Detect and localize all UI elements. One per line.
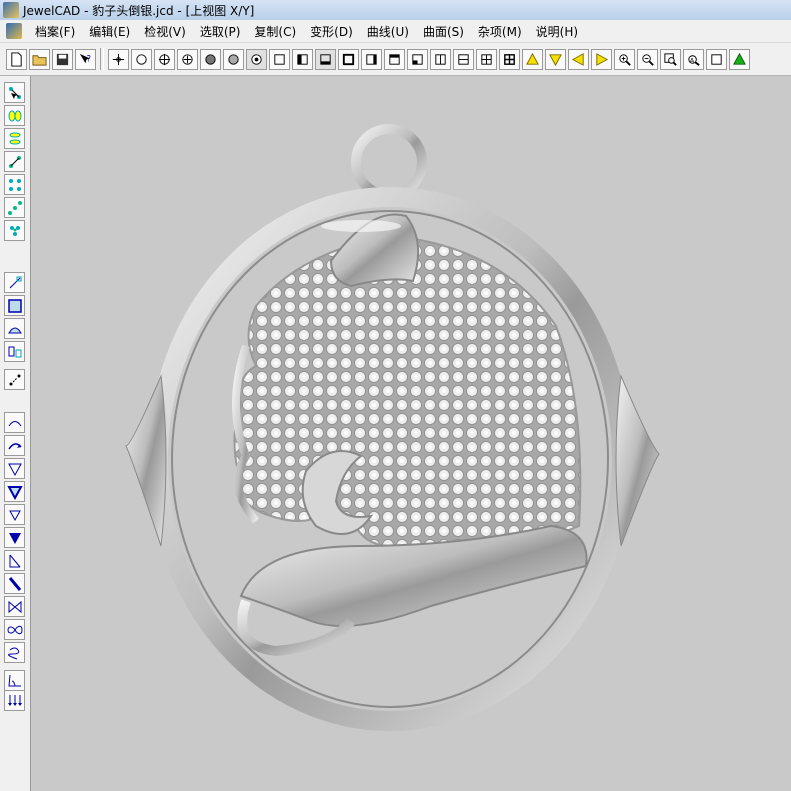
triangle-blue-icon[interactable]: [4, 481, 25, 502]
select-grid-icon[interactable]: [4, 174, 25, 195]
slant-line-icon[interactable]: [4, 550, 25, 571]
arrow-up-yellow-icon[interactable]: [522, 48, 543, 70]
zoom-window-icon[interactable]: [660, 48, 681, 70]
infinity-icon[interactable]: [4, 619, 25, 640]
menu-copy[interactable]: 复制(C): [247, 23, 303, 40]
surface-icon[interactable]: [4, 318, 25, 339]
select-cluster-icon[interactable]: [4, 220, 25, 241]
arrow-down-yellow-icon[interactable]: [545, 48, 566, 70]
triangle-outline-icon[interactable]: [4, 458, 25, 479]
stretch-icon[interactable]: [4, 272, 25, 293]
zoom-out-icon[interactable]: [637, 48, 658, 70]
svg-text:?: ?: [86, 53, 90, 63]
view-front-icon[interactable]: [338, 48, 359, 70]
square-icon[interactable]: [269, 48, 290, 70]
new-file-icon[interactable]: [6, 48, 27, 70]
bowtie-icon[interactable]: [4, 596, 25, 617]
filled-circle-icon[interactable]: [200, 48, 221, 70]
point-cross-icon[interactable]: [108, 48, 129, 70]
gray-circle-icon[interactable]: [223, 48, 244, 70]
arrow-up-green-icon[interactable]: [729, 48, 750, 70]
save-icon[interactable]: [52, 48, 73, 70]
mirror-copy-icon[interactable]: [4, 341, 25, 362]
menu-file[interactable]: 档案(F): [28, 23, 82, 40]
tool-sidebar: [0, 76, 31, 791]
menu-transform[interactable]: 变形(D): [303, 23, 360, 40]
arrows-down-icon[interactable]: [4, 690, 25, 711]
menu-select[interactable]: 选取(P): [193, 23, 248, 40]
curve-arrow-icon[interactable]: [4, 435, 25, 456]
white-square-icon[interactable]: [706, 48, 727, 70]
select-points-icon[interactable]: [4, 82, 25, 103]
spiral-icon[interactable]: [4, 642, 25, 663]
grid-four-bold-icon[interactable]: [499, 48, 520, 70]
triangle-thin-icon[interactable]: [4, 504, 25, 525]
svg-text:A: A: [690, 56, 695, 64]
menu-help[interactable]: 说明(H): [529, 23, 585, 40]
angle-icon[interactable]: [4, 670, 25, 691]
circle-icon[interactable]: [131, 48, 152, 70]
split-horizontal-icon[interactable]: [453, 48, 474, 70]
arrow-right-yellow-icon[interactable]: [591, 48, 612, 70]
arrow-left-yellow-icon[interactable]: [568, 48, 589, 70]
zoom-in-icon[interactable]: [614, 48, 635, 70]
split-vertical-icon[interactable]: [430, 48, 451, 70]
half-square-left-icon[interactable]: [292, 48, 313, 70]
move-points-icon[interactable]: [4, 369, 25, 390]
circle-plus-icon[interactable]: [177, 48, 198, 70]
menu-surface[interactable]: 曲面(S): [416, 23, 471, 40]
menu-bar: 档案(F) 编辑(E) 检视(V) 选取(P) 复制(C) 变形(D) 曲线(U…: [0, 20, 791, 43]
select-ellipse-icon[interactable]: [4, 105, 25, 126]
zoom-previous-icon[interactable]: A: [683, 48, 704, 70]
open-folder-icon[interactable]: [29, 48, 50, 70]
bounding-box-icon[interactable]: [4, 295, 25, 316]
menu-view[interactable]: 检视(V): [137, 23, 193, 40]
right-flare: [615, 374, 660, 547]
left-flare: [125, 374, 167, 547]
main-toolbar: ? A: [0, 43, 791, 76]
slant-bold-icon[interactable]: [4, 573, 25, 594]
jewelry-model-render: [125, 124, 660, 731]
jewelcad-app-icon: [3, 2, 19, 18]
view-back-icon[interactable]: [384, 48, 405, 70]
grid-four-icon[interactable]: [476, 48, 497, 70]
menu-misc[interactable]: 杂项(M): [471, 23, 529, 40]
top-viewport[interactable]: [31, 76, 791, 791]
select-stack-icon[interactable]: [4, 128, 25, 149]
view-right-icon[interactable]: [361, 48, 382, 70]
help-cursor-icon[interactable]: ?: [75, 48, 96, 70]
radio-circle-icon[interactable]: [246, 48, 267, 70]
window-title: JewelCAD - 豹子头倒银.jcd - [上视图 X/Y]: [23, 3, 255, 18]
bail-ring: [351, 124, 427, 200]
menu-curve[interactable]: 曲线(U): [360, 23, 416, 40]
title-bar: JewelCAD - 豹子头倒银.jcd - [上视图 X/Y]: [0, 0, 791, 20]
circle-cross-icon[interactable]: [154, 48, 175, 70]
view-top-icon[interactable]: [315, 48, 336, 70]
menu-edit[interactable]: 编辑(E): [82, 23, 137, 40]
select-diagonal-icon[interactable]: [4, 197, 25, 218]
panther-head-pave: [233, 234, 582, 561]
document-menu-icon[interactable]: [6, 23, 22, 39]
select-line-icon[interactable]: [4, 151, 25, 172]
triangle-filled-icon[interactable]: [4, 527, 25, 548]
curve-open-icon[interactable]: [4, 412, 25, 433]
view-bottom-icon[interactable]: [407, 48, 428, 70]
